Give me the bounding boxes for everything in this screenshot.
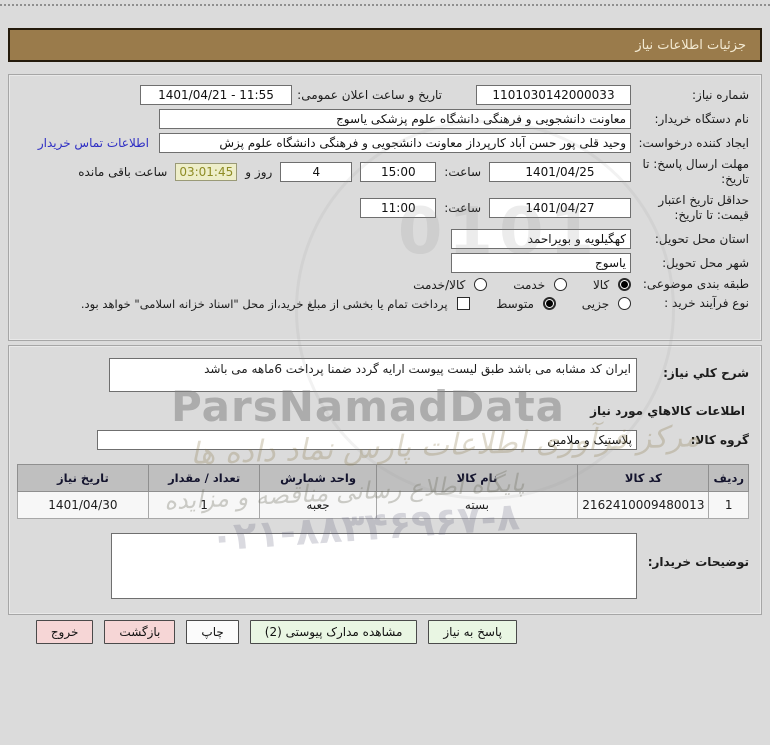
- radio-minor-icon[interactable]: [618, 296, 631, 310]
- radio-goods-icon[interactable]: [618, 277, 631, 291]
- page-title: جزئیات اطلاعات نیاز: [635, 37, 746, 53]
- announce-datetime-field[interactable]: [140, 85, 292, 105]
- buyer-org-field[interactable]: [159, 109, 631, 129]
- exit-button[interactable]: خروج: [35, 620, 94, 644]
- delivery-city-field[interactable]: [451, 253, 631, 273]
- process-type-option-medium[interactable]: متوسط: [496, 296, 556, 311]
- process-type-option-minor[interactable]: جزیی: [581, 296, 631, 311]
- title-bar: جزئیات اطلاعات نیاز: [8, 28, 762, 62]
- row-delivery-province: استان محل تحویل:: [21, 229, 749, 249]
- goods-table: ردیف کد کالا نام کالا واحد شمارش تعداد /…: [17, 464, 749, 519]
- announce-datetime-label: تاریخ و ساعت اعلان عمومی:: [297, 88, 442, 102]
- view-attached-docs-button[interactable]: مشاهده مدارک پیوستی (2): [249, 620, 418, 644]
- subject-class-option-goods[interactable]: کالا: [592, 277, 631, 292]
- days-suffix-label: روز و: [245, 165, 273, 179]
- action-buttons: پاسخ به نیاز مشاهده مدارک پیوستی (2) چاپ…: [35, 620, 517, 644]
- header-goods-name: نام کالا: [375, 464, 579, 492]
- subject-class-option-service[interactable]: خدمت: [513, 277, 567, 292]
- print-button[interactable]: چاپ: [186, 620, 239, 644]
- price-validity-date-field[interactable]: [489, 198, 631, 218]
- delivery-province-field[interactable]: [451, 229, 631, 249]
- radio-goods-label: کالا: [592, 277, 610, 292]
- buyer-contact-link[interactable]: اطلاعات تماس خریدار: [38, 136, 149, 150]
- treasury-checkbox-icon[interactable]: [457, 296, 471, 310]
- buyer-org-label: نام دستگاه خریدار:: [654, 111, 750, 126]
- radio-goods-service-label: کالا/خدمت: [413, 277, 466, 292]
- header-count-unit: واحد شمارش: [259, 464, 377, 492]
- price-validity-time-field[interactable]: [360, 198, 437, 218]
- row-need-number: شماره نیاز: تاریخ و ساعت اعلان عمومی:: [21, 85, 749, 105]
- days-remaining-field[interactable]: [280, 162, 353, 182]
- delivery-province-label: استان محل تحویل:: [654, 231, 749, 246]
- countdown-timer: 03:01:45: [175, 163, 238, 181]
- countdown-suffix-label: ساعت باقی مانده: [78, 165, 168, 179]
- need-number-field[interactable]: [476, 85, 631, 105]
- back-button[interactable]: بازگشت: [104, 620, 176, 644]
- delivery-city-label: شهر محل تحویل:: [662, 255, 749, 270]
- price-validity-label: حداقل تاریخ اعتبار قیمت: تا تاریخ:: [658, 193, 749, 222]
- top-dotted-divider: [0, 4, 770, 6]
- goods-table-header-row: ردیف کد کالا نام کالا واحد شمارش تعداد /…: [17, 464, 749, 492]
- subject-class-option-goods-service[interactable]: کالا/خدمت: [413, 277, 488, 292]
- need-number-label: شماره نیاز:: [692, 87, 749, 102]
- table-row: 1 2162410009480013 بسته جعبه 1 1401/04/3…: [17, 491, 749, 519]
- row-buyer-org: نام دستگاه خریدار:: [21, 109, 749, 129]
- header-goods-code: کد کالا: [577, 464, 710, 492]
- row-need-desc: شرح کلي نياز: ایران کد مشابه می باشد طبق…: [21, 358, 749, 392]
- response-deadline-time-field[interactable]: [360, 162, 437, 182]
- response-deadline-date-field[interactable]: [489, 162, 631, 182]
- cell-quantity: 1: [147, 491, 261, 519]
- radio-goods-service-icon[interactable]: [474, 277, 488, 291]
- row-price-validity: حداقل تاریخ اعتبار قیمت: تا تاریخ: ساعت:: [21, 193, 749, 223]
- buyer-notes-field[interactable]: [111, 533, 637, 599]
- radio-medium-icon[interactable]: [542, 296, 556, 310]
- header-quantity: تعداد / مقدار: [147, 464, 261, 492]
- request-creator-label: ایجاد کننده درخواست:: [638, 135, 749, 150]
- cell-row-number: 1: [708, 491, 749, 519]
- cell-count-unit: جعبه: [259, 491, 377, 519]
- cell-goods-code: 2162410009480013: [577, 491, 710, 519]
- header-row-number: ردیف: [708, 464, 749, 492]
- need-details-page: { "header": { "title": "جزئیات اطلاعات ن…: [0, 0, 770, 745]
- radio-service-icon[interactable]: [553, 277, 567, 291]
- subject-class-label: طبقه بندی موضوعی:: [642, 277, 749, 291]
- need-desc-label: شرح کلي نياز:: [663, 366, 749, 380]
- response-deadline-hour-label: ساعت:: [444, 165, 481, 179]
- response-deadline-label: مهلت ارسال پاسخ: تا تاریخ:: [642, 157, 749, 186]
- row-delivery-city: شهر محل تحویل:: [21, 253, 749, 273]
- need-info-panel: شماره نیاز: تاریخ و ساعت اعلان عمومی: نا…: [8, 74, 762, 341]
- buyer-notes-label: توضیحات خریدار:: [647, 555, 749, 569]
- radio-service-label: خدمت: [513, 277, 546, 292]
- goods-group-label: گروه کالا:: [690, 433, 749, 447]
- need-desc-field[interactable]: ایران کد مشابه می باشد طبق لیست پیوست ار…: [109, 358, 637, 392]
- treasury-checkbox-label: پرداخت تمام یا بخشی از مبلغ خرید،از محل …: [80, 296, 448, 311]
- radio-minor-label: جزیی: [581, 296, 610, 311]
- row-process-type: نوع فرآیند خرید : جزیی متوسط پرداخت تمام…: [21, 296, 749, 311]
- goods-section-heading: اطلاعات کالاهاي مورد نیاز: [590, 404, 745, 418]
- treasury-checkbox-group[interactable]: پرداخت تمام یا بخشی از مبلغ خرید،از محل …: [80, 296, 471, 311]
- price-validity-hour-label: ساعت:: [444, 201, 481, 215]
- row-request-creator: ایجاد کننده درخواست: اطلاعات تماس خریدار: [21, 133, 749, 153]
- need-detail-panel: شرح کلي نياز: ایران کد مشابه می باشد طبق…: [8, 345, 762, 615]
- row-goods-group: گروه کالا:: [21, 430, 749, 450]
- row-response-deadline: مهلت ارسال پاسخ: تا تاریخ: ساعت: روز و 0…: [21, 157, 749, 187]
- cell-need-date: 1401/04/30: [17, 491, 149, 519]
- row-subject-class: طبقه بندی موضوعی: کالا خدمت کالا/خدمت: [21, 277, 749, 292]
- process-type-label: نوع فرآیند خرید :: [664, 296, 749, 310]
- row-buyer-notes: توضیحات خریدار:: [21, 533, 749, 599]
- cell-goods-name: بسته: [375, 491, 579, 519]
- radio-medium-label: متوسط: [496, 296, 534, 311]
- header-need-date: تاریخ نیاز: [17, 464, 149, 492]
- request-creator-field[interactable]: [159, 133, 631, 153]
- goods-group-field[interactable]: [97, 430, 637, 450]
- reply-to-need-button[interactable]: پاسخ به نیاز: [428, 620, 517, 644]
